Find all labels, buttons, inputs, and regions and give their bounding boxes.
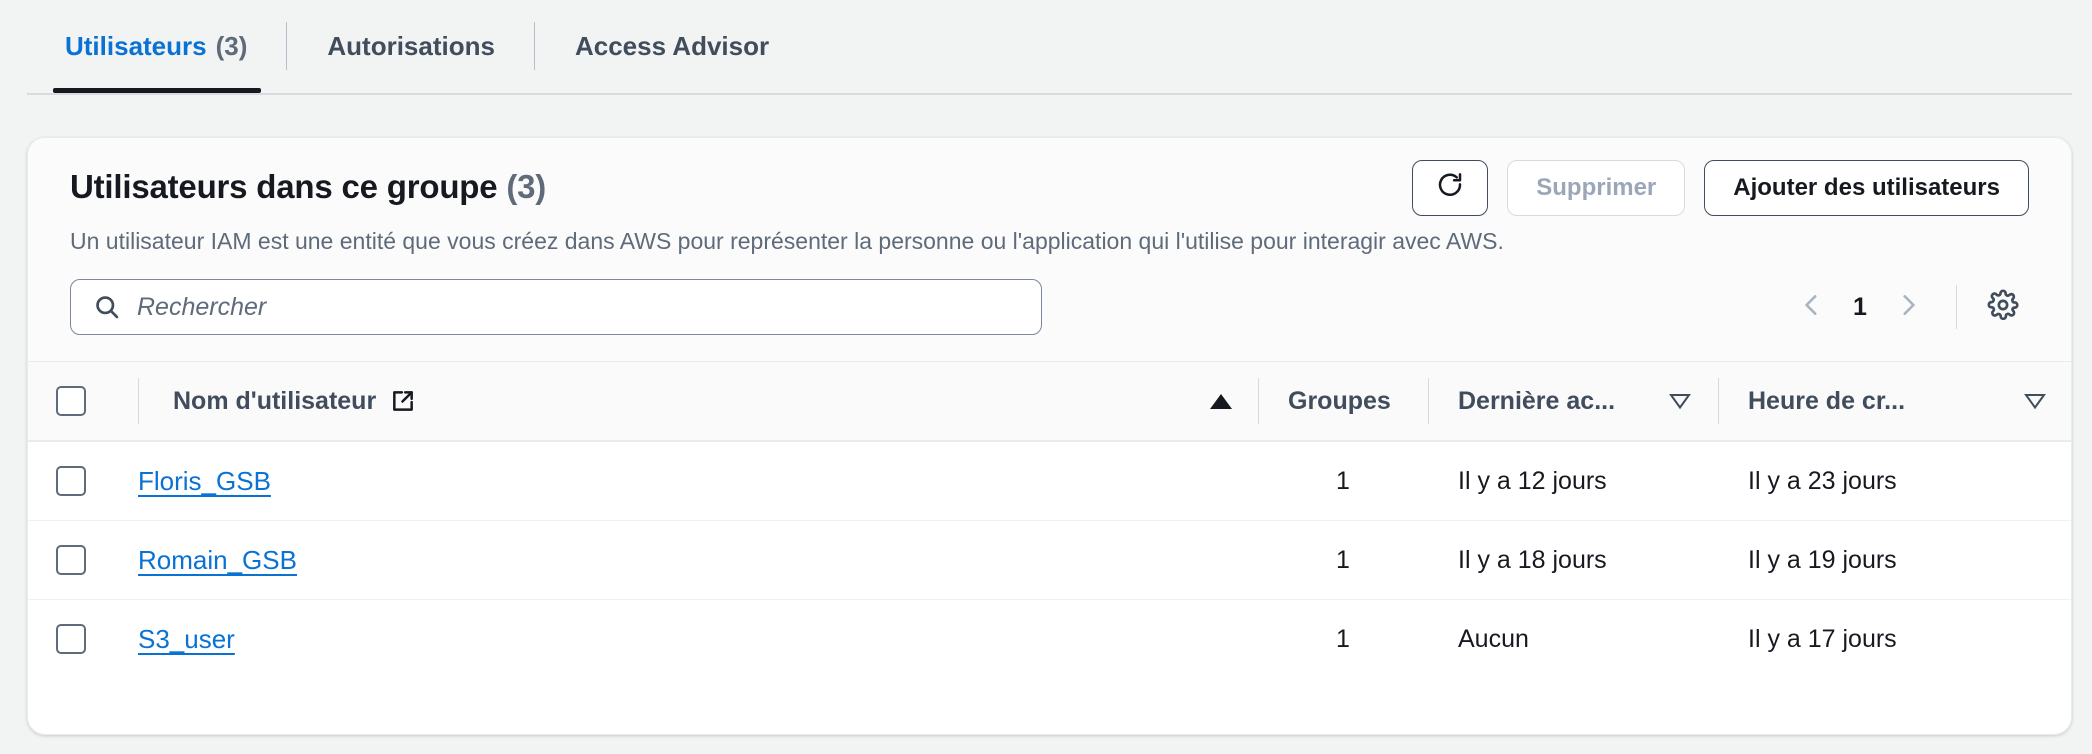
row-groups-cell: 1 [1258, 441, 1428, 522]
row-last-activity-cell: Il y a 18 jours [1428, 520, 1718, 601]
sort-descending-icon[interactable] [2023, 392, 2047, 410]
pagination-separator [1956, 285, 1957, 330]
pagination-page-1[interactable]: 1 [1838, 293, 1882, 322]
column-header-username-label: Nom d'utilisateur [173, 386, 377, 415]
tab-utilisateurs-count: (3) [215, 31, 248, 61]
panel-header: Utilisateurs dans ce groupe (3) Supprime… [28, 138, 2071, 216]
add-users-button[interactable]: Ajouter des utilisateurs [1704, 160, 2029, 216]
column-header-last-activity-label: Dernière ac... [1458, 386, 1616, 415]
tab-utilisateurs-label: Utilisateurs [65, 31, 207, 61]
row-last-activity-cell: Aucun [1458, 624, 1529, 653]
pagination: 1 [1786, 279, 2029, 335]
delete-button-label: Supprimer [1536, 174, 1657, 201]
row-created-cell: Il y a 23 jours [1718, 441, 2071, 522]
users-table: Nom d'utilisateur Groupes Dernière ac...… [28, 361, 2071, 679]
column-header-last-activity[interactable]: Dernière ac... [1428, 361, 1718, 443]
users-table-body: Floris_GSB 1 Il y a 12 jours Il y a 23 j… [28, 441, 2071, 679]
sort-ascending-icon[interactable] [1210, 393, 1232, 409]
chevron-right-icon [1895, 292, 1921, 323]
row-username-cell: Floris_GSB [138, 441, 1258, 522]
column-divider [1718, 378, 1719, 425]
column-header-groups[interactable]: Groupes [1258, 361, 1428, 443]
user-link[interactable]: Floris_GSB [138, 466, 271, 496]
chevron-left-icon [1799, 292, 1825, 323]
refresh-button[interactable] [1412, 160, 1489, 216]
row-checkbox[interactable] [56, 624, 86, 655]
column-header-groups-label: Groupes [1288, 386, 1391, 415]
panel-title-count: (3) [506, 168, 547, 205]
gear-icon [1987, 289, 2019, 326]
user-link[interactable]: Romain_GSB [138, 545, 297, 575]
table-row[interactable]: Floris_GSB 1 Il y a 12 jours Il y a 23 j… [28, 441, 2071, 522]
row-select-cell [28, 600, 138, 679]
tab-autorisations-label: Autorisations [327, 31, 495, 61]
row-checkbox[interactable] [56, 466, 86, 497]
table-preferences-button[interactable] [1977, 281, 2029, 333]
user-link[interactable]: S3_user [138, 624, 235, 654]
table-row[interactable]: S3_user 1 Aucun Il y a 17 jours [28, 600, 2071, 679]
iam-group-users-page: Utilisateurs (3) Autorisations Access Ad… [0, 0, 2092, 754]
table-header-row: Nom d'utilisateur Groupes Dernière ac...… [28, 361, 2071, 443]
column-header-created-label: Heure de cr... [1748, 386, 1906, 415]
column-divider [1258, 378, 1259, 425]
search-input[interactable] [137, 292, 1041, 322]
search-box[interactable] [70, 279, 1042, 336]
row-created-cell: Il y a 17 jours [1748, 624, 1897, 653]
search-icon [93, 293, 121, 321]
users-table-head: Nom d'utilisateur Groupes Dernière ac...… [28, 361, 2071, 443]
refresh-icon [1435, 170, 1465, 207]
sort-descending-icon[interactable] [1668, 392, 1692, 410]
column-header-created[interactable]: Heure de cr... [1718, 361, 2071, 443]
column-header-username[interactable]: Nom d'utilisateur [138, 361, 1258, 443]
panel-description: Un utilisateur IAM est une entité que vo… [70, 228, 1504, 254]
row-created-cell: Il y a 19 jours [1718, 520, 2071, 601]
row-checkbox[interactable] [56, 545, 86, 576]
tab-access-advisor-label: Access Advisor [574, 31, 770, 61]
delete-button[interactable]: Supprimer [1507, 160, 1686, 216]
tab-bar: Utilisateurs (3) Autorisations Access Ad… [0, 0, 2092, 97]
column-header-select-all [28, 361, 138, 443]
row-select-cell [28, 441, 138, 522]
add-users-button-label: Ajouter des utilisateurs [1733, 174, 2000, 201]
pagination-prev-button[interactable] [1786, 281, 1838, 333]
external-link-icon[interactable] [390, 388, 416, 414]
select-all-checkbox[interactable] [56, 386, 86, 417]
tab-list: Utilisateurs (3) Autorisations Access Ad… [27, 0, 809, 93]
panel-title-text: Utilisateurs dans ce groupe [70, 168, 498, 205]
tab-bar-baseline [27, 93, 2072, 95]
panel-filter-row: 1 [28, 257, 2071, 361]
row-select-cell [28, 520, 138, 601]
tab-autorisations[interactable]: Autorisations [287, 0, 535, 93]
row-groups-cell: 1 [1336, 624, 1350, 653]
pagination-next-button[interactable] [1882, 281, 1934, 333]
row-last-activity-cell: Il y a 12 jours [1428, 441, 1718, 522]
tab-utilisateurs[interactable]: Utilisateurs (3) [27, 0, 288, 93]
panel-actions: Supprimer Ajouter des utilisateurs [1412, 160, 2029, 216]
row-groups-cell: 1 [1258, 520, 1428, 601]
table-row[interactable]: Romain_GSB 1 Il y a 18 jours Il y a 19 j… [28, 520, 2071, 601]
users-panel: Utilisateurs dans ce groupe (3) Supprime… [27, 137, 2072, 735]
row-username-cell: Romain_GSB [138, 520, 1258, 601]
tab-access-advisor[interactable]: Access Advisor [535, 0, 809, 93]
panel-top-section: Utilisateurs dans ce groupe (3) Supprime… [28, 138, 2071, 362]
row-username-cell: S3_user [138, 600, 1258, 679]
column-divider [138, 378, 139, 425]
column-divider [1428, 378, 1429, 425]
